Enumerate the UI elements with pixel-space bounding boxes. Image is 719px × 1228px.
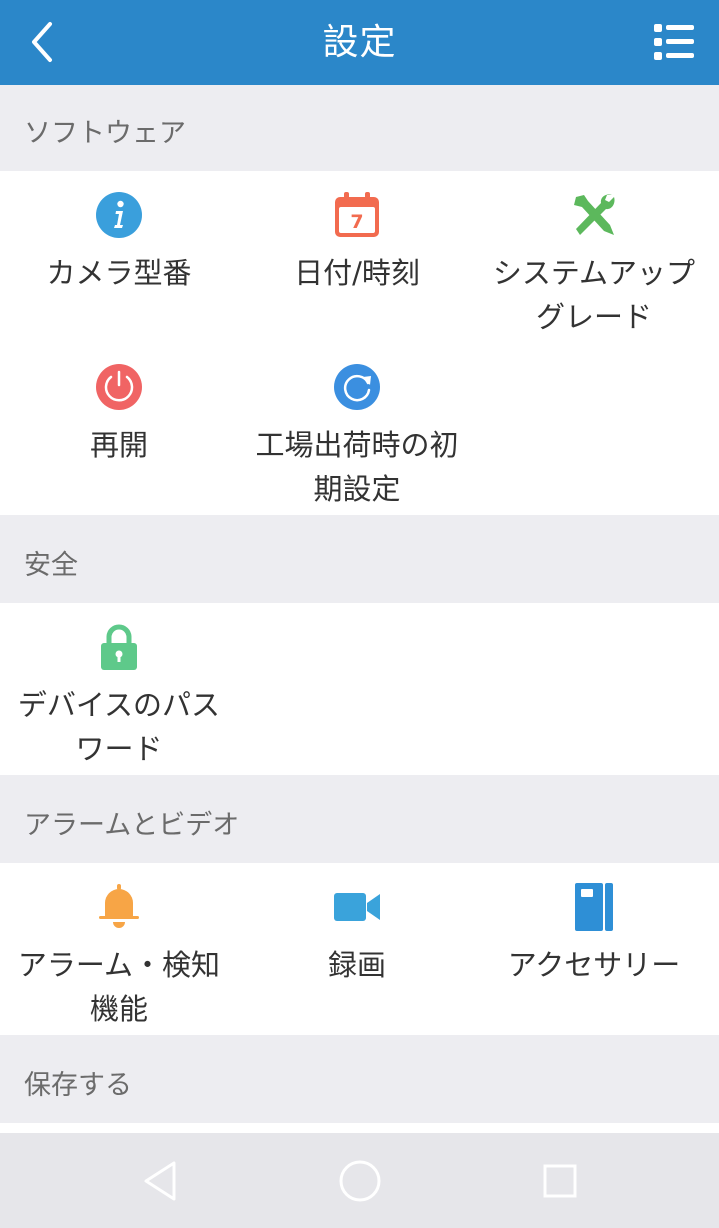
bell-icon <box>99 884 139 928</box>
recording-label: 録画 <box>327 948 386 982</box>
security-panel: デバイスのパス ワード <box>0 603 719 775</box>
software-panel: カメラ型番 7 日付/時刻 システムアップ グレード 再開 工場出荷時の初 期設… <box>0 171 719 515</box>
factory-reset-label-2: 期設定 <box>313 472 401 506</box>
circle-home-icon <box>339 1160 381 1202</box>
system-upgrade-item[interactable]: システムアップ グレード <box>475 171 713 343</box>
video-camera-icon <box>334 893 380 921</box>
tools-icon <box>574 194 615 235</box>
system-navigation-bar <box>0 1133 719 1228</box>
section-title: 安全 <box>24 550 78 581</box>
alarm-detection-label-2: 機能 <box>89 992 148 1026</box>
section-header-alarm-video: アラームとビデオ <box>0 777 719 863</box>
restart-label: 再開 <box>89 428 148 462</box>
triangle-back-icon <box>144 1161 176 1201</box>
refresh-icon <box>334 364 380 410</box>
section-title: 保存する <box>24 1070 132 1101</box>
datetime-item[interactable]: 7 日付/時刻 <box>238 171 476 343</box>
datetime-label: 日付/時刻 <box>294 256 420 290</box>
book-icon <box>575 883 613 931</box>
alarm-detection-label-1: アラーム・検知 <box>17 948 221 982</box>
section-title: アラームとビデオ <box>24 810 240 841</box>
section-title: ソフトウェア <box>24 118 186 149</box>
info-icon <box>96 192 142 238</box>
system-upgrade-label-2: グレード <box>535 300 652 334</box>
app-header: 設定 <box>0 0 719 85</box>
section-header-storage: 保存する <box>0 1037 719 1123</box>
camera-model-item[interactable]: カメラ型番 <box>0 171 238 343</box>
device-password-label-2: ワード <box>75 732 163 766</box>
page-title: 設定 <box>322 22 397 63</box>
power-icon <box>96 364 142 410</box>
accessories-item[interactable]: アクセサリー <box>475 863 713 1035</box>
menu-button[interactable] <box>648 20 700 64</box>
square-recents-icon <box>543 1164 577 1198</box>
device-password-label-1: デバイスのパス <box>17 688 221 722</box>
list-menu-icon <box>654 24 694 60</box>
alarm-video-panel: アラーム・検知 機能 録画 アクセサリー <box>0 863 719 1035</box>
nav-back-button[interactable] <box>140 1159 184 1203</box>
restart-item[interactable]: 再開 <box>0 343 238 515</box>
alarm-detection-item[interactable]: アラーム・検知 機能 <box>0 863 238 1035</box>
lock-icon <box>101 624 137 670</box>
nav-home-button[interactable] <box>338 1159 382 1203</box>
camera-model-label: カメラ型番 <box>46 256 192 290</box>
calendar-icon: 7 <box>335 192 379 237</box>
storage-panel <box>0 1123 719 1133</box>
section-header-security: 安全 <box>0 517 719 603</box>
accessories-label: アクセサリー <box>507 948 681 982</box>
nav-recents-button[interactable] <box>538 1159 582 1203</box>
device-password-item[interactable]: デバイスのパス ワード <box>0 603 238 775</box>
calendar-day: 7 <box>350 211 363 233</box>
system-upgrade-label-1: システムアップ <box>492 256 696 290</box>
recording-item[interactable]: 録画 <box>238 863 476 1035</box>
factory-reset-item[interactable]: 工場出荷時の初 期設定 <box>238 343 476 515</box>
factory-reset-label-1: 工場出荷時の初 <box>255 428 459 462</box>
section-header-software: ソフトウェア <box>0 85 719 171</box>
